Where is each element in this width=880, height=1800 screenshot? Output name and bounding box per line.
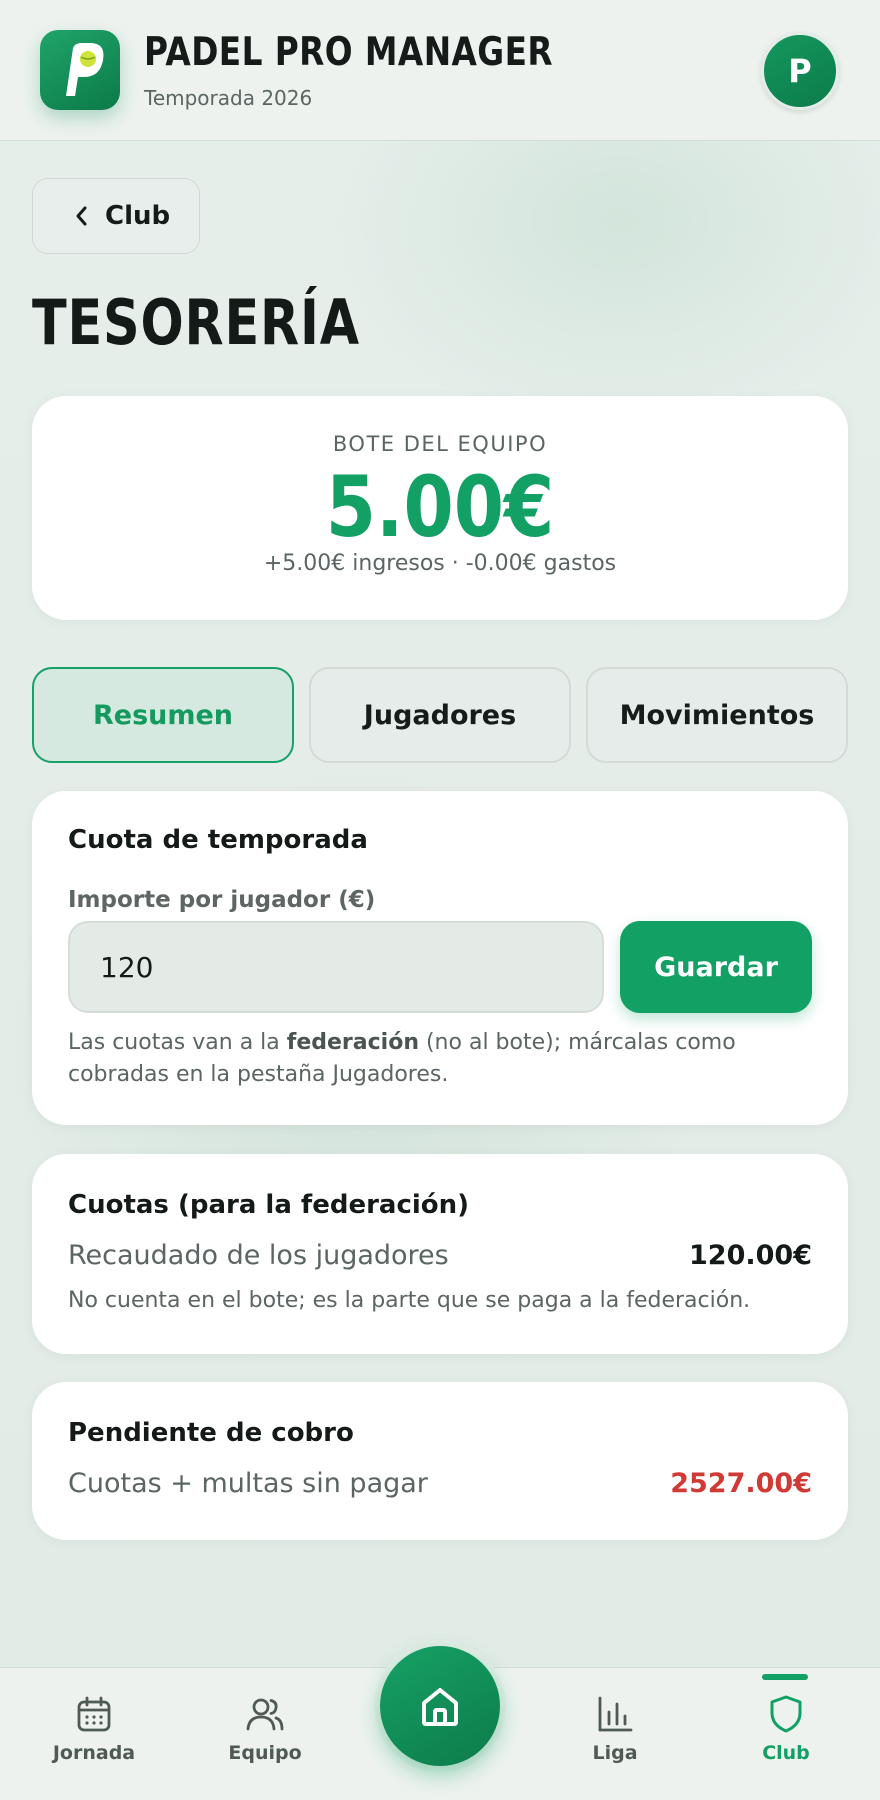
app-header: PADEL PRO MANAGER Temporada 2026 P bbox=[0, 0, 880, 141]
page-title: TESORERÍA bbox=[32, 286, 360, 359]
save-button[interactable]: Guardar bbox=[620, 921, 812, 1013]
collected-value: 120.00€ bbox=[689, 1240, 812, 1271]
nav-label-equipo: Equipo bbox=[228, 1742, 302, 1764]
team-pot-amount: 5.00€ bbox=[325, 458, 555, 556]
home-button[interactable] bbox=[374, 1640, 506, 1772]
team-pot-label: BOTE DEL EQUIPO bbox=[332, 432, 548, 456]
nav-item-liga[interactable]: Liga bbox=[545, 1668, 685, 1800]
pending-title: Pendiente de cobro bbox=[68, 1418, 354, 1448]
season-fee-note: Las cuotas van a la federación (no al bo… bbox=[68, 1027, 816, 1091]
team-pot-detail: +5.00€ ingresos · -0.00€ gastos bbox=[263, 551, 617, 576]
home-icon bbox=[422, 1688, 458, 1726]
federation-note: No cuenta en el bote; es la parte que se… bbox=[68, 1288, 751, 1313]
nav-label-jornada: Jornada bbox=[52, 1742, 136, 1764]
season-fee-card: Cuota de temporada Importe por jugador (… bbox=[32, 791, 848, 1125]
tab-movimientos[interactable]: Movimientos bbox=[586, 667, 848, 763]
pending-payments-card: Pendiente de cobro Cuotas + multas sin p… bbox=[32, 1382, 848, 1540]
nav-item-equipo[interactable]: Equipo bbox=[195, 1668, 335, 1800]
collected-label: Recaudado de los jugadores bbox=[68, 1240, 449, 1271]
app-logo[interactable] bbox=[40, 30, 120, 110]
app-title: PADEL PRO MANAGER bbox=[144, 30, 554, 75]
nav-item-club[interactable]: Club bbox=[716, 1668, 856, 1800]
shield-icon bbox=[770, 1695, 802, 1733]
fee-note-bold: federación bbox=[286, 1030, 419, 1055]
treasury-tabs: Resumen Jugadores Movimientos bbox=[32, 667, 848, 763]
back-button[interactable]: Club bbox=[32, 178, 200, 254]
back-button-label: Club bbox=[105, 201, 171, 231]
home-button-inner bbox=[380, 1646, 500, 1766]
calendar-icon bbox=[77, 1696, 111, 1732]
tab-resumen[interactable]: Resumen bbox=[32, 667, 294, 763]
fee-amount-input[interactable] bbox=[68, 921, 604, 1013]
fee-note-text: Las cuotas van a la bbox=[68, 1030, 287, 1055]
team-pot-card: BOTE DEL EQUIPO 5.00€ +5.00€ ingresos · … bbox=[32, 396, 848, 620]
federation-fees-card: Cuotas (para la federación) Recaudado de… bbox=[32, 1154, 848, 1354]
season-label: Temporada 2026 bbox=[144, 86, 313, 110]
active-indicator bbox=[762, 1674, 808, 1680]
treasury-page: Club TESORERÍA BOTE DEL EQUIPO 5.00€ +5.… bbox=[0, 0, 880, 1800]
fee-amount-label: Importe por jugador (€) bbox=[68, 887, 376, 913]
bar-chart-icon bbox=[598, 1696, 633, 1732]
chevron-left-icon bbox=[76, 206, 87, 226]
federation-fees-title: Cuotas (para la federación) bbox=[68, 1190, 470, 1220]
users-icon bbox=[246, 1698, 284, 1731]
pending-label: Cuotas + multas sin pagar bbox=[68, 1468, 428, 1499]
nav-item-jornada[interactable]: Jornada bbox=[24, 1668, 164, 1800]
nav-label-club: Club bbox=[762, 1742, 810, 1764]
avatar[interactable]: P bbox=[761, 32, 839, 110]
padel-logo-icon bbox=[66, 43, 104, 96]
season-fee-title: Cuota de temporada bbox=[68, 825, 368, 855]
nav-label-liga: Liga bbox=[592, 1742, 638, 1764]
tab-jugadores[interactable]: Jugadores bbox=[309, 667, 571, 763]
pending-value: 2527.00€ bbox=[670, 1468, 812, 1499]
